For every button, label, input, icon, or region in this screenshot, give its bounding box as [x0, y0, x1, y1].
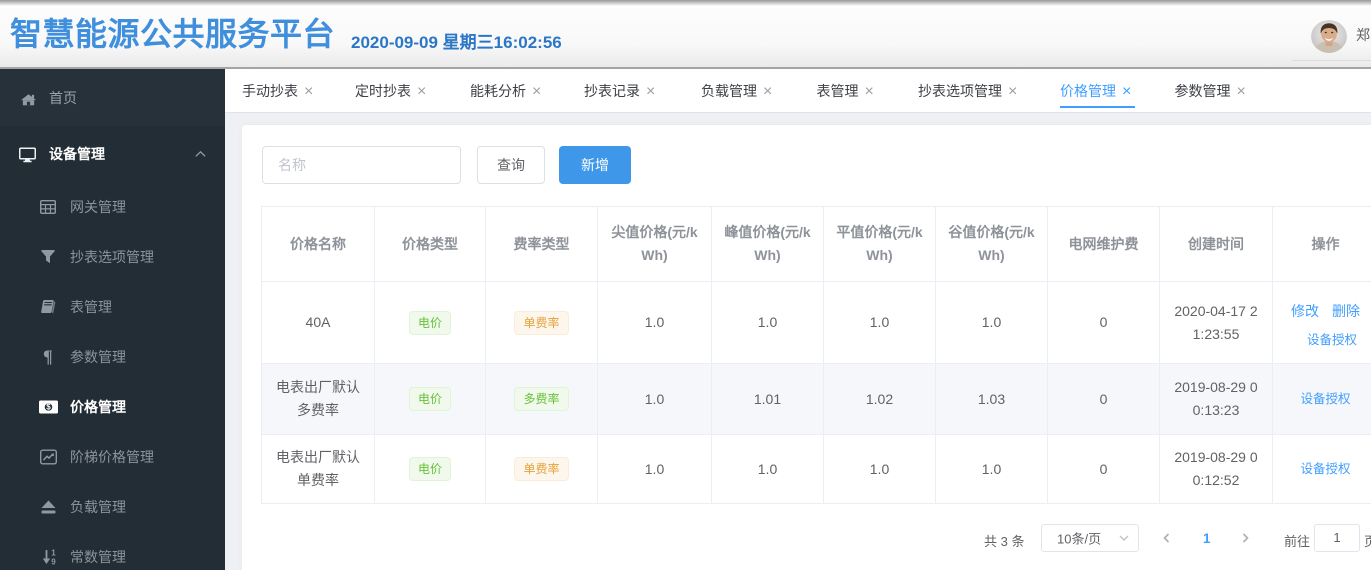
svg-text:9: 9 [51, 557, 56, 565]
svg-text:1: 1 [51, 549, 56, 558]
svg-text:$: $ [46, 402, 51, 411]
